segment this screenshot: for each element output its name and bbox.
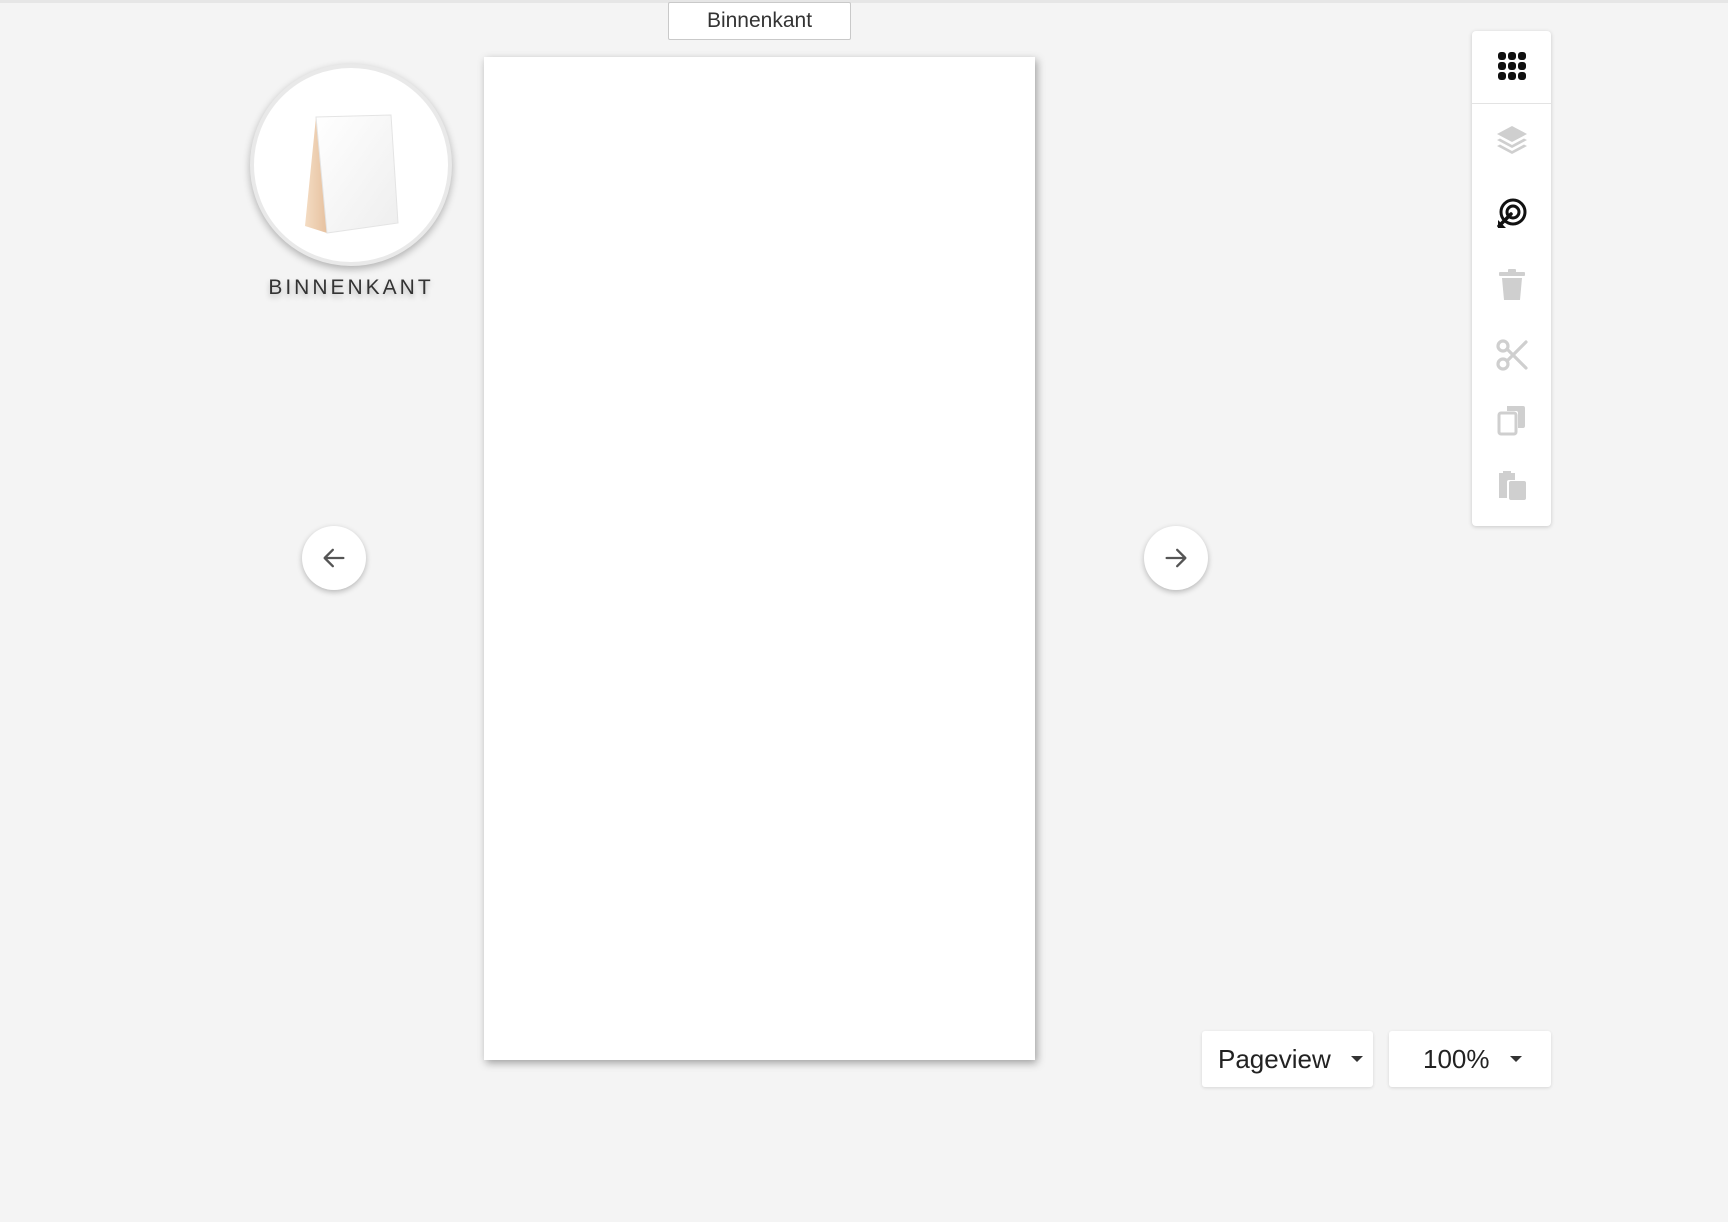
copy-icon [1497, 406, 1525, 436]
copy-tool-button[interactable] [1472, 391, 1551, 449]
grid-icon [1497, 52, 1526, 80]
chevron-down-icon [1350, 1056, 1363, 1062]
layers-icon [1496, 126, 1527, 154]
arrow-right-icon [1165, 548, 1187, 568]
side-thumbnail[interactable] [250, 64, 452, 266]
zoom-value: 100% [1423, 1043, 1490, 1074]
target-tool-button[interactable] [1472, 184, 1551, 242]
view-title-label: Binnenkant [706, 9, 813, 32]
editor-workspace: Binnenkant BINNENKANT Pageview 100% [0, 0, 1728, 1222]
arrow-left-icon [323, 548, 345, 568]
scissors-icon [1495, 339, 1528, 371]
side-label: BINNENKANT [268, 276, 434, 299]
tools-toolbar [1472, 31, 1551, 526]
next-page-button[interactable] [1144, 526, 1208, 590]
table-tent-card-icon [305, 114, 399, 234]
previous-page-button[interactable] [302, 526, 366, 590]
paste-icon [1498, 471, 1526, 500]
target-arrow-icon [1496, 198, 1526, 228]
view-mode-value: Pageview [1218, 1043, 1331, 1074]
view-title-tab[interactable]: Binnenkant [668, 2, 851, 40]
zoom-dropdown[interactable]: 100% [1389, 1031, 1551, 1087]
trash-icon [1498, 269, 1525, 300]
toolbar-divider [1472, 103, 1551, 104]
view-mode-dropdown[interactable]: Pageview [1202, 1031, 1373, 1087]
cut-tool-button[interactable] [1472, 326, 1551, 384]
delete-tool-button[interactable] [1472, 256, 1551, 314]
grid-tool-button[interactable] [1472, 37, 1551, 95]
design-canvas[interactable] [484, 57, 1035, 1060]
top-divider [0, 0, 1728, 3]
chevron-down-icon [1509, 1056, 1522, 1062]
layers-tool-button[interactable] [1472, 111, 1551, 169]
paste-tool-button[interactable] [1472, 456, 1551, 514]
